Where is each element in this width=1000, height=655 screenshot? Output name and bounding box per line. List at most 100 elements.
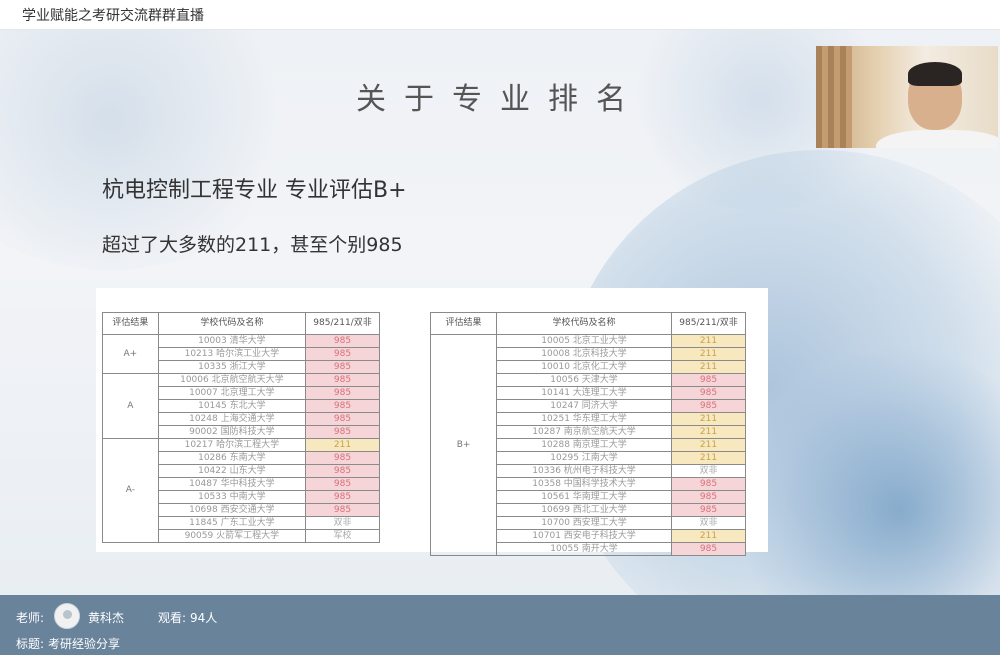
tag-cell: 985: [671, 490, 746, 504]
slide-subheading: 超过了大多数的211，甚至个别985: [102, 234, 403, 256]
teacher-avatar[interactable]: [54, 603, 80, 629]
school-cell: 90002 国防科技大学: [157, 425, 307, 439]
presenter-webcam-video[interactable]: [816, 46, 998, 148]
school-cell: 10007 北京理工大学: [157, 386, 307, 400]
school-cell: 10145 东北大学: [157, 399, 307, 413]
table-row: A 10006 北京航空航天大学 985: [102, 373, 380, 439]
school-cell: 10358 中国科学技术大学: [496, 477, 672, 491]
tag-cell: 985: [305, 373, 380, 387]
tag-cell: 211: [671, 334, 746, 348]
tag-cell: 985: [305, 334, 380, 348]
teacher-name[interactable]: 黄科杰: [88, 609, 124, 626]
school-cell: 10336 杭州电子科技大学: [496, 464, 672, 478]
school-cell: 10699 西北工业大学: [496, 503, 672, 517]
tag-cell: 985: [671, 477, 746, 491]
topic-label: 标题:: [16, 637, 45, 651]
tag-cell: 双非: [305, 516, 380, 530]
column-header-school: 学校代码及名称: [496, 312, 672, 335]
tag-cell: 985: [671, 503, 746, 517]
viewers-count: 94人: [190, 611, 218, 625]
school-cell: 10003 清华大学: [157, 334, 307, 348]
school-cell: 10561 华南理工大学: [496, 490, 672, 504]
grade-cell: A+: [102, 334, 159, 374]
viewers-label: 观看:: [158, 611, 187, 625]
tag-cell: 211: [671, 412, 746, 426]
school-cell: 10700 西安理工大学: [496, 516, 672, 530]
grade-cell: B+: [429, 334, 498, 556]
school-cell: 10008 北京科技大学: [496, 347, 672, 361]
ranking-table-image: 评估结果 学校代码及名称 985/211/双非 A+ 10003 清华大学 985 1…: [96, 288, 768, 556]
tag-cell: 985: [305, 464, 380, 478]
tag-cell: 985: [671, 386, 746, 400]
school-cell: 10248 上海交通大学: [157, 412, 307, 426]
tag-cell: 985: [671, 399, 746, 413]
school-cell: 10217 哈尔滨工程大学: [157, 438, 307, 452]
tag-cell: 985: [671, 542, 746, 556]
stream-info-bar: 老师: 黄科杰 观看: 94人 标题: 考研经验分享: [0, 595, 1000, 655]
column-header-grade: 评估结果: [102, 312, 159, 335]
tag-cell: 985: [671, 373, 746, 387]
tag-cell: 985: [305, 477, 380, 491]
table-row: B+ 10005 北京工业大学 211: [429, 334, 746, 556]
grade-cell: A-: [102, 438, 159, 543]
tag-cell: 985: [305, 503, 380, 517]
school-cell: 10010 北京化工大学: [496, 360, 672, 374]
tag-cell: 985: [305, 399, 380, 413]
school-cell: 10055 南开大学: [496, 542, 672, 556]
school-cell: 10698 西安交通大学: [157, 503, 307, 517]
column-header-tag: 985/211/双非: [305, 312, 380, 335]
tag-cell: 985: [305, 425, 380, 439]
school-cell: 90059 火箭军工程大学: [157, 529, 307, 543]
topic-title: 考研经验分享: [48, 637, 121, 651]
school-cell: 10006 北京航空航天大学: [157, 373, 307, 387]
school-cell: 10213 哈尔滨工业大学: [157, 347, 307, 361]
ranking-table-right: 评估结果 学校代码及名称 985/211/双非 B+ 10005 北京工业大学 21…: [429, 312, 746, 556]
slide-heading: 杭电控制工程专业 专业评估B+: [102, 178, 407, 203]
school-cell: 10247 同济大学: [496, 399, 672, 413]
school-cell: 10701 西安电子科技大学: [496, 529, 672, 543]
tag-cell: 211: [671, 529, 746, 543]
slide-title: 关于专业排名: [356, 82, 644, 117]
tag-cell: 211: [671, 347, 746, 361]
school-cell: 10422 山东大学: [157, 464, 307, 478]
school-cell: 10251 华东理工大学: [496, 412, 672, 426]
ranking-table-left: 评估结果 学校代码及名称 985/211/双非 A+ 10003 清华大学 985 1…: [102, 312, 380, 543]
tag-cell: 985: [305, 490, 380, 504]
tag-cell: 985: [305, 347, 380, 361]
school-cell: 10487 华中科技大学: [157, 477, 307, 491]
school-cell: 10288 南京理工大学: [496, 438, 672, 452]
school-cell: 10056 天津大学: [496, 373, 672, 387]
tag-cell: 211: [671, 425, 746, 439]
presenter-hair: [908, 62, 962, 86]
table-row: A+ 10003 清华大学 985: [102, 334, 380, 374]
window-title: 学业赋能之考研交流群群直播: [22, 8, 204, 24]
school-cell: 10286 东南大学: [157, 451, 307, 465]
school-cell: 10295 江南大学: [496, 451, 672, 465]
school-cell: 10287 南京航空航天大学: [496, 425, 672, 439]
table-row: A- 10217 哈尔滨工程大学 211: [102, 438, 380, 543]
column-header-grade: 评估结果: [429, 312, 498, 335]
tag-cell: 211: [671, 438, 746, 452]
school-cell: 10533 中南大学: [157, 490, 307, 504]
grade-cell: A: [102, 373, 159, 439]
tag-cell: 985: [305, 412, 380, 426]
teacher-label: 老师:: [16, 611, 45, 625]
tag-cell: 双非: [671, 464, 746, 478]
column-header-school: 学校代码及名称: [157, 312, 307, 335]
tag-cell: 985: [305, 360, 380, 374]
tag-cell: 211: [671, 360, 746, 374]
school-cell: 10005 北京工业大学: [496, 334, 672, 348]
school-cell: 10141 大连理工大学: [496, 386, 672, 400]
column-header-tag: 985/211/双非: [671, 312, 746, 335]
school-cell: 11845 广东工业大学: [157, 516, 307, 530]
tag-cell: 985: [305, 386, 380, 400]
tag-cell: 985: [305, 451, 380, 465]
window-title-bar: 学业赋能之考研交流群群直播: [0, 0, 1000, 30]
presenter-body: [876, 130, 998, 148]
tag-cell: 军校: [305, 529, 380, 543]
tag-cell: 211: [305, 438, 380, 452]
school-cell: 10335 浙江大学: [157, 360, 307, 374]
live-stream-stage: 关于专业排名 杭电控制工程专业 专业评估B+ 超过了大多数的211，甚至个别98…: [0, 30, 1000, 595]
tag-cell: 211: [671, 451, 746, 465]
tag-cell: 双非: [671, 516, 746, 530]
